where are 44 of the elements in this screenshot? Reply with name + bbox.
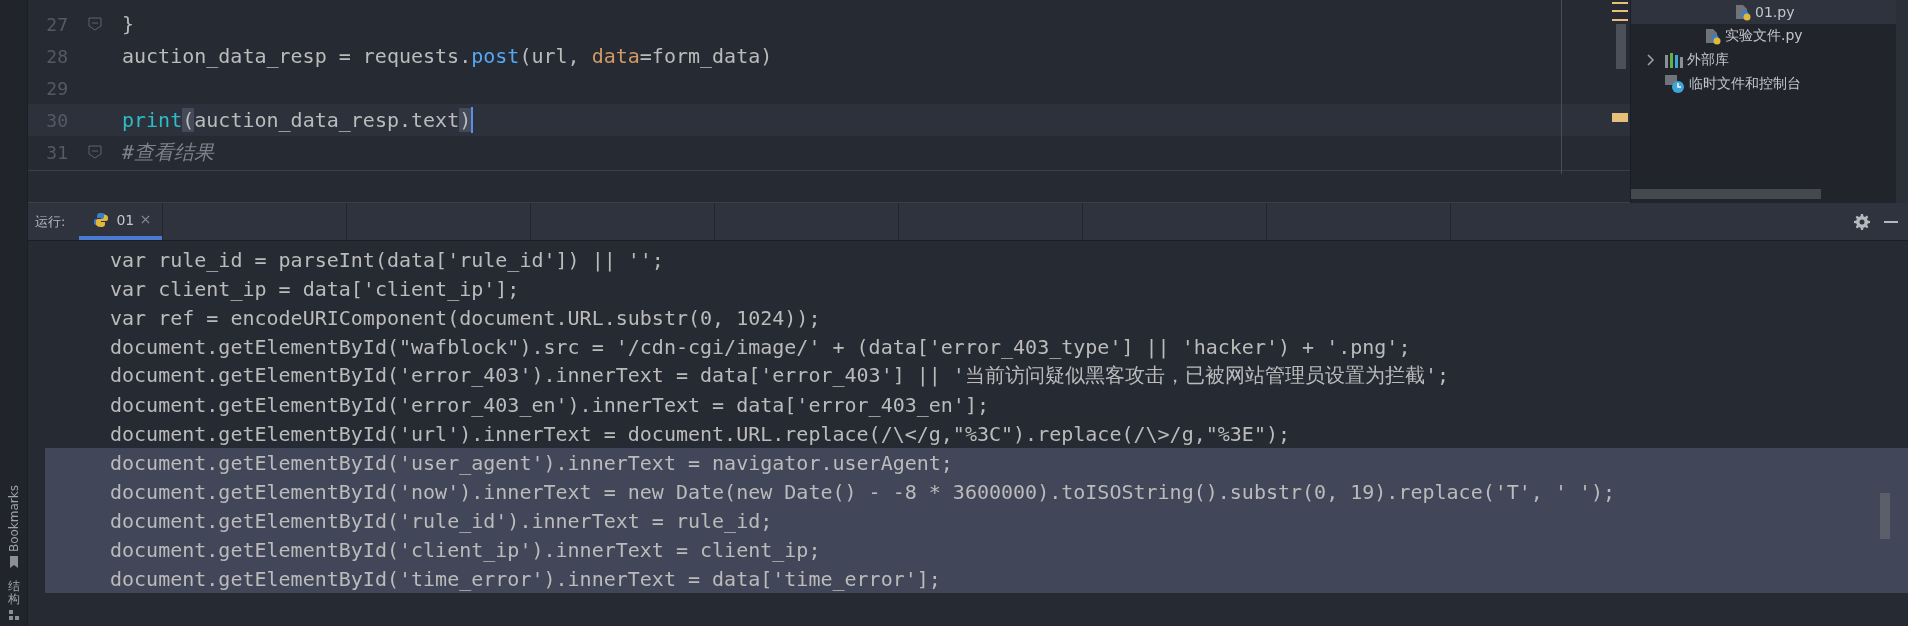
tree-item[interactable]: 01.py xyxy=(1631,0,1896,24)
warning-marker[interactable] xyxy=(1612,113,1628,122)
code-line: #查看结果 xyxy=(122,138,215,166)
warning-marker[interactable] xyxy=(1612,2,1628,4)
console-output-line: document.getElementById('url').innerText = document.URL.replace(/\</g,"%3C").replace(/\>/g,"%3E"); xyxy=(110,421,1291,446)
chevron-right-icon[interactable] xyxy=(1647,54,1655,66)
run-tab[interactable]: 01 xyxy=(79,203,163,240)
code-line: print(auction_data_resp.text) xyxy=(122,108,472,132)
tree-item[interactable]: 外部库 xyxy=(1631,48,1896,72)
bookmark-icon xyxy=(8,555,19,568)
structure-tab[interactable]: 结构 xyxy=(7,573,20,626)
console-output-line: document.getElementById('error_403_en').innerText = data['error_403_en']; xyxy=(110,392,989,417)
scrollbar-thumb[interactable] xyxy=(1631,189,1821,199)
code-line: auction_data_resp = requests.post(url, data=form_data) xyxy=(122,44,773,68)
warning-marker[interactable] xyxy=(1612,19,1628,21)
console-output-line: var client_ip = data['client_ip']; xyxy=(110,276,520,301)
structure-icon xyxy=(8,610,19,620)
console-output-line: document.getElementById('error_403').innerText = data['error_403'] || '当前访问疑似黑客攻击，已被网站管理员设置为拦截'; xyxy=(110,362,1449,389)
scrollbar-thumb[interactable] xyxy=(1880,493,1890,539)
python-file-icon xyxy=(1735,3,1751,21)
bookmarks-tab[interactable]: Bookmarks xyxy=(6,478,21,574)
console-output-line: document.getElementById('now').innerText = new Date(new Date() - -8 * 3600000).toISOString().substr(0, 19).replace('T', ' '); xyxy=(110,479,1616,504)
console-output-line: var rule_id = parseInt(data['rule_id']) || ''; xyxy=(110,247,664,272)
python-icon xyxy=(93,211,110,228)
console-output-line: document.getElementById('user_agent').innerText = navigator.userAgent; xyxy=(110,450,953,475)
console-output-line: document.getElementById('client_ip').innerText = client_ip; xyxy=(110,537,821,562)
tree-item[interactable]: 临时文件和控制台 xyxy=(1631,72,1896,96)
console-output-line: document.getElementById("wafblock").src = '/cdn-cgi/image/' + (data['error_403_type'] || 'hacker') + '.png'; xyxy=(110,334,1411,359)
fold-icon[interactable] xyxy=(88,145,102,159)
library-icon xyxy=(1665,52,1683,68)
settings-icon[interactable] xyxy=(1854,213,1870,230)
tree-item[interactable]: 实验文件.py xyxy=(1631,24,1896,48)
code-line: } xyxy=(122,12,135,36)
warning-marker[interactable] xyxy=(1612,10,1628,12)
run-label: 运行: xyxy=(34,212,67,231)
scratch-console-icon xyxy=(1665,75,1685,93)
close-icon[interactable] xyxy=(141,215,151,224)
python-file-icon xyxy=(1705,27,1721,45)
scrollbar-thumb[interactable] xyxy=(1616,24,1626,69)
console-output-line: document.getElementById('rule_id').innerText = rule_id; xyxy=(110,508,773,533)
text-caret xyxy=(471,107,474,133)
console-output-line: document.getElementById('time_error').innerText = data['time_error']; xyxy=(110,566,941,591)
console-output-line: var ref = encodeURIComponent(document.URL.substr(0, 1024)); xyxy=(110,305,821,330)
fold-icon[interactable] xyxy=(88,17,102,31)
